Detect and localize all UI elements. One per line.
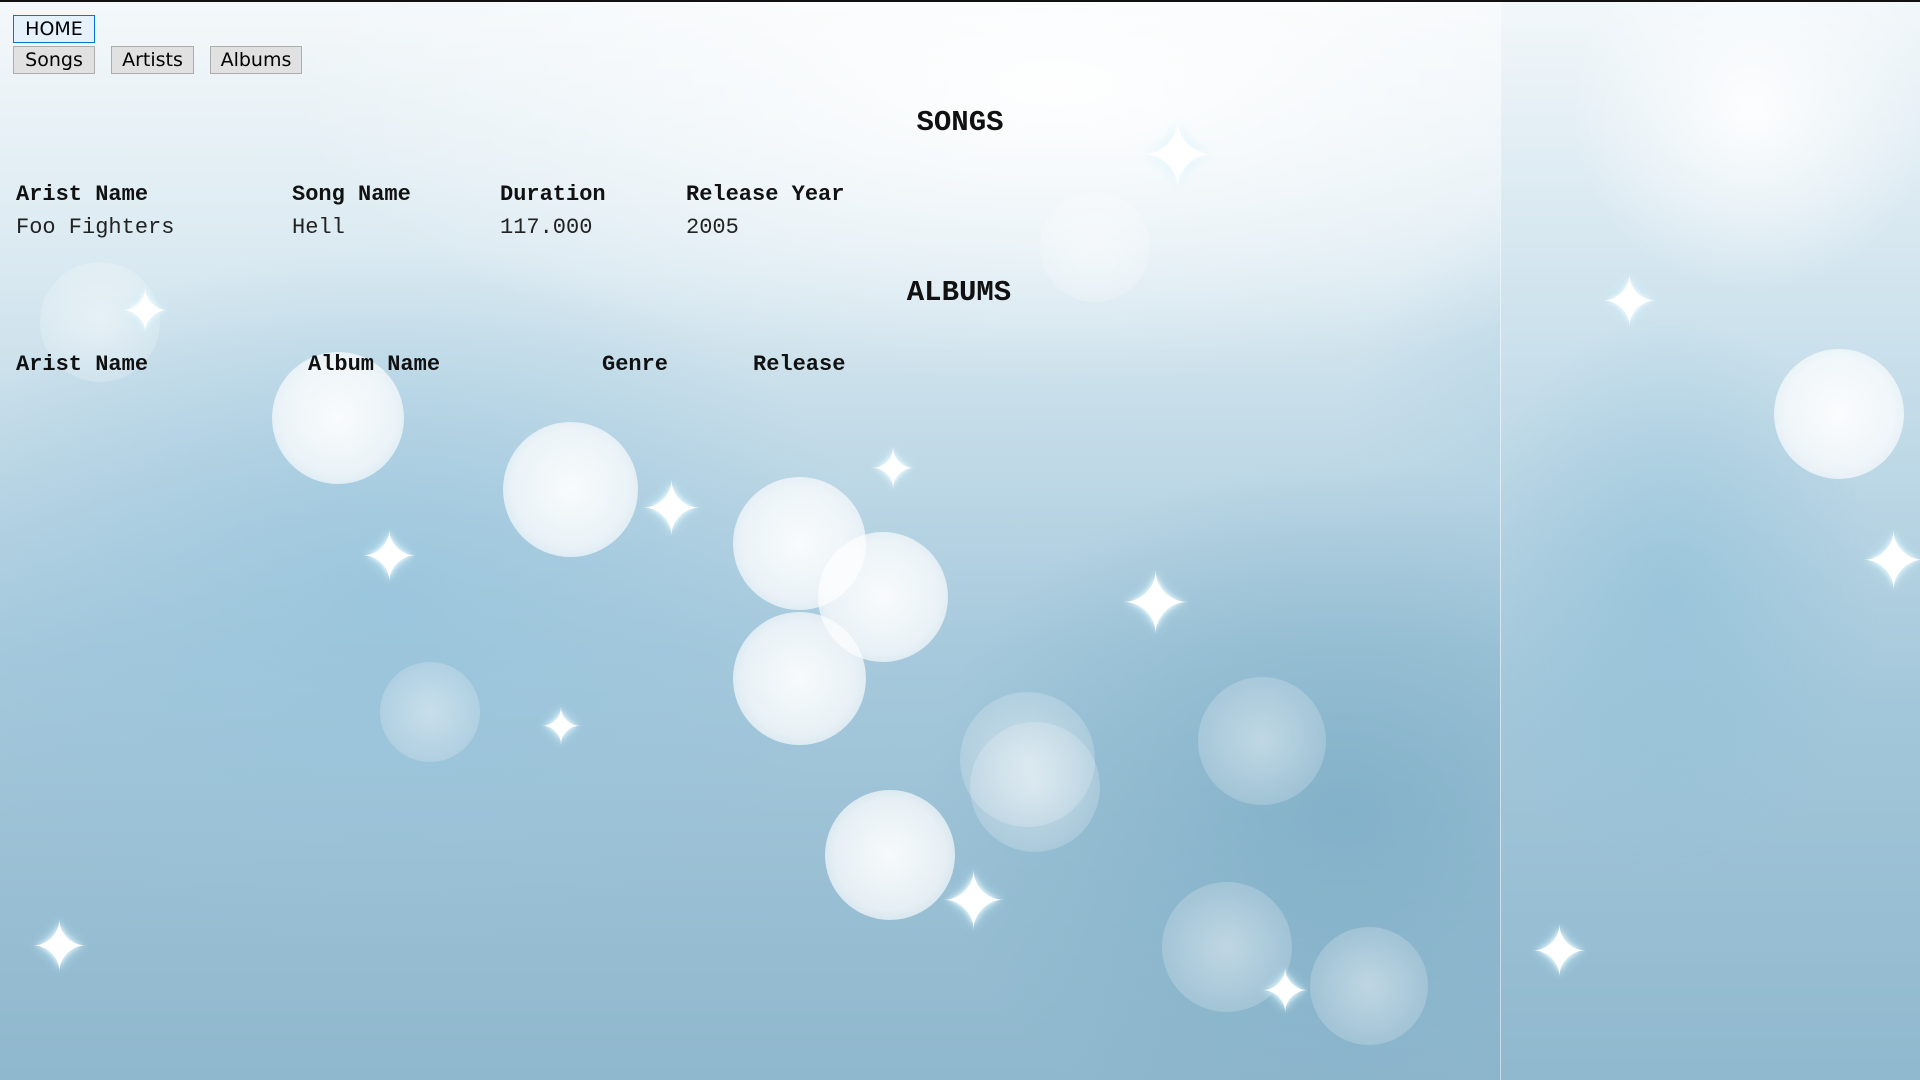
albums-header-album: Album Name [308,352,441,377]
home-button[interactable]: HOME [13,15,95,43]
sparkle-icon: ✦ [940,855,1008,948]
albums-header-genre: Genre [602,352,669,377]
sparkle-icon: ✦ [540,698,582,756]
songs-header-artist: Arist Name [16,182,149,207]
songs-header-release-year: Release Year [686,182,845,207]
sparkle-icon: ✦ [30,906,89,988]
songs-button[interactable]: Songs [13,46,95,74]
sparkle-icon: ✦ [870,437,917,501]
bokeh-circle [970,722,1100,852]
bokeh-circle [1774,349,1904,479]
songs-cell-artist: Foo Fighters [16,215,175,240]
sparkle-icon: ✦ [640,465,703,553]
sparkle-icon: ✦ [1600,261,1659,343]
sparkle-icon: ✦ [1260,957,1311,1027]
songs-cell-song: Hell [292,215,345,240]
sparkle-icon: ✦ [1120,555,1192,654]
songs-header-duration: Duration [500,182,606,207]
bokeh-circle [825,790,955,920]
songs-header-song: Song Name [292,182,411,207]
albums-header-release: Release [753,352,846,377]
songs-title: SONGS [916,106,1004,139]
sparkle-icon: ✦ [1860,515,1920,608]
sparkle-icon: ✦ [120,277,171,347]
bokeh-circle [1198,677,1326,805]
bokeh-circle [503,422,638,557]
bokeh-circle [733,612,866,745]
songs-cell-duration: 117.000 [500,215,593,240]
sparkle-icon: ✦ [1530,911,1589,993]
bokeh-circle [1310,927,1428,1045]
artists-button[interactable]: Artists [111,46,194,74]
songs-cell-release-year: 2005 [686,215,739,240]
bokeh-circle [380,662,480,762]
albums-title: ALBUMS [906,276,1012,309]
albums-button[interactable]: Albums [210,46,302,74]
albums-header-artist: Arist Name [16,352,149,377]
sparkle-icon: ✦ [360,516,419,598]
